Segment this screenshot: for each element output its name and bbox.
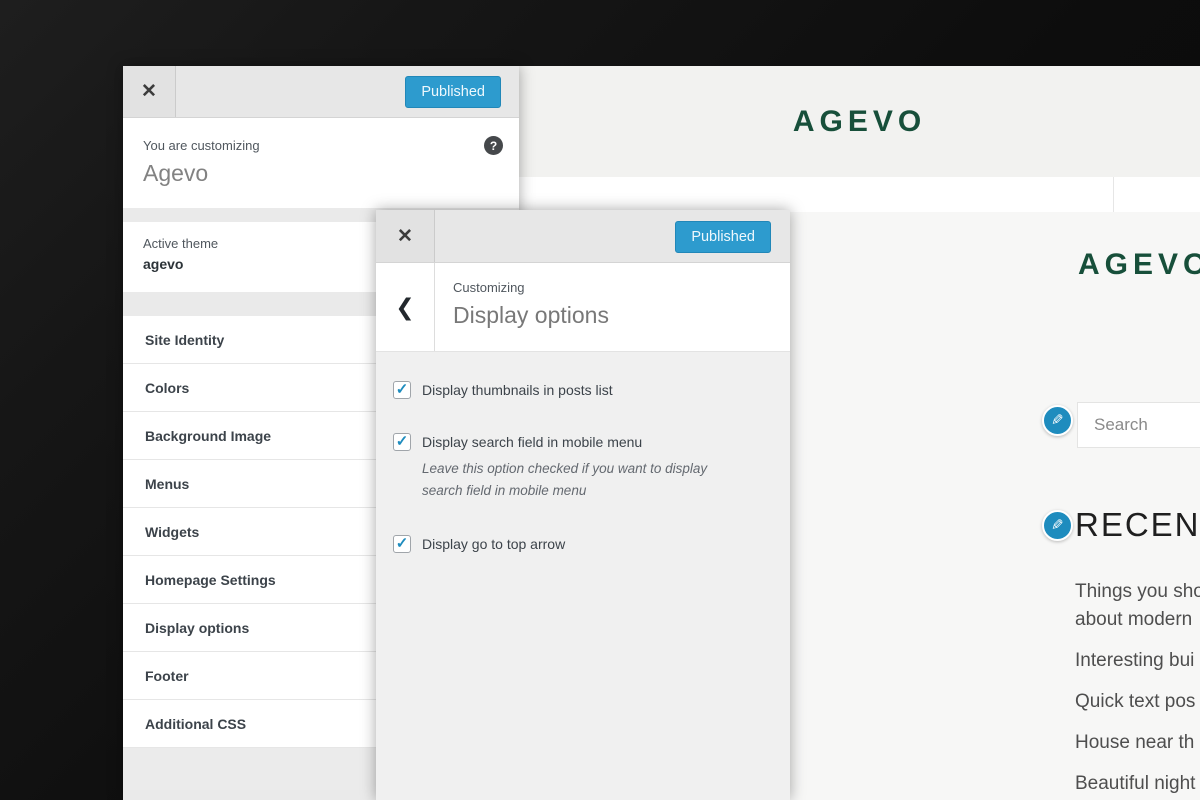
option-description: Leave this option checked if you want to… (422, 458, 727, 502)
pencil-icon: ✎ (1051, 413, 1064, 428)
post-title-line: about modern (1075, 606, 1200, 634)
post-link[interactable]: Beautiful night (1075, 770, 1200, 798)
option-label: Display search field in mobile menu (422, 434, 642, 450)
nav-divider (1113, 177, 1114, 212)
option-display-thumbnails[interactable]: ✓ Display thumbnails in posts list (393, 381, 774, 399)
customizer-header: ✕ Published (123, 66, 519, 118)
options-list: ✓ Display thumbnails in posts list ✓ Dis… (376, 352, 790, 553)
option-label: Display go to top arrow (422, 536, 565, 552)
pencil-icon: ✎ (1051, 518, 1064, 533)
post-link[interactable]: House near th (1075, 729, 1200, 757)
you-are-customizing-label: You are customizing (143, 138, 499, 153)
edit-recent-posts-shortcut-button[interactable]: ✎ (1042, 510, 1073, 541)
checkbox-checked-icon[interactable]: ✓ (393, 535, 411, 553)
option-label: Display thumbnails in posts list (422, 382, 613, 398)
close-customizer-button[interactable]: ✕ (376, 210, 435, 262)
published-button[interactable]: Published (675, 221, 771, 253)
question-mark: ? (490, 139, 497, 153)
post-title-line: Things you sho (1075, 578, 1200, 606)
theme-title: Agevo (143, 160, 499, 187)
close-customizer-button[interactable]: ✕ (123, 66, 176, 117)
checkbox-checked-icon[interactable]: ✓ (393, 433, 411, 451)
close-icon: ✕ (397, 226, 413, 247)
section-title-block: Customizing Display options (435, 263, 609, 351)
post-link[interactable]: Quick text pos (1075, 688, 1200, 716)
chevron-left-icon: ❮ (395, 294, 414, 320)
display-options-panel: ✕ Published ❮ Customizing Display option… (376, 210, 790, 800)
published-button[interactable]: Published (405, 76, 501, 108)
display-options-header: ✕ Published (376, 210, 790, 263)
customizer-info: You are customizing Agevo ? (123, 118, 519, 208)
section-title: Display options (453, 302, 609, 329)
edit-search-shortcut-button[interactable]: ✎ (1042, 405, 1073, 436)
recent-posts-list: Things you sho about modern Interesting … (1075, 578, 1200, 800)
site-logo-content[interactable]: AGEVO (1078, 248, 1200, 282)
option-display-go-to-top[interactable]: ✓ Display go to top arrow (393, 535, 774, 553)
post-link[interactable]: Things you sho about modern (1075, 578, 1200, 634)
recent-posts-heading: RECENT (1075, 506, 1200, 544)
post-link[interactable]: Interesting bui (1075, 647, 1200, 675)
option-display-search-field[interactable]: ✓ Display search field in mobile menu (393, 433, 774, 451)
screen: AGEVO AGEVO ✎ ✎ RECENT Things you sho ab… (0, 0, 1200, 800)
site-logo[interactable]: AGEVO (793, 105, 926, 139)
close-icon: ✕ (141, 81, 157, 102)
preview-navbar (519, 177, 1200, 212)
section-titlebar: ❮ Customizing Display options (376, 263, 790, 352)
search-input[interactable] (1077, 402, 1200, 448)
help-icon[interactable]: ? (484, 136, 503, 155)
preview-site-header: AGEVO (519, 66, 1200, 177)
customizing-label: Customizing (453, 280, 609, 295)
back-button[interactable]: ❮ (376, 263, 435, 351)
checkbox-checked-icon[interactable]: ✓ (393, 381, 411, 399)
